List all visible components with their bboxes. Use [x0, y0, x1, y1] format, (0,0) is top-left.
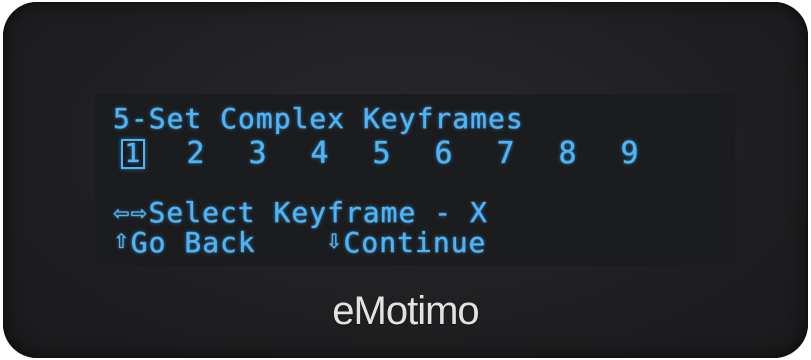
oled-screen: 5-Set Complex Keyframes 1 2 3 4 5 6 7 8 … [95, 94, 735, 266]
keyframe-3[interactable]: 3 [245, 136, 271, 172]
keyframe-7[interactable]: 7 [493, 136, 519, 172]
left-right-arrows-icon: ⇦⇨ [113, 201, 149, 225]
keyframe-selector[interactable]: 1 2 3 4 5 6 7 8 9 [119, 136, 679, 172]
select-keyframe-hint: ⇦⇨Select Keyframe - X [113, 198, 488, 228]
select-keyframe-label: Select Keyframe - X [148, 196, 488, 229]
up-arrow-icon: ⇧ [113, 229, 131, 253]
continue-label[interactable]: Continue [344, 226, 487, 259]
keyframe-5[interactable]: 5 [369, 136, 395, 172]
keyframe-2[interactable]: 2 [183, 136, 209, 172]
keyframe-6[interactable]: 6 [431, 136, 457, 172]
keyframe-8[interactable]: 8 [555, 136, 581, 172]
brand-logo: eMotimo [332, 289, 479, 333]
device-bezel: 5-Set Complex Keyframes 1 2 3 4 5 6 7 8 … [3, 2, 808, 358]
keyframe-9[interactable]: 9 [617, 136, 643, 172]
keyframe-1-selected[interactable]: 1 [121, 139, 145, 169]
keyframe-4[interactable]: 4 [307, 136, 333, 172]
down-arrow-icon: ⇩ [325, 229, 344, 253]
go-back-label[interactable]: Go Back [131, 226, 256, 259]
menu-title: 5-Set Complex Keyframes [113, 102, 524, 135]
navigation-hint: ⇧Go Back ⇩Continue [113, 226, 486, 258]
